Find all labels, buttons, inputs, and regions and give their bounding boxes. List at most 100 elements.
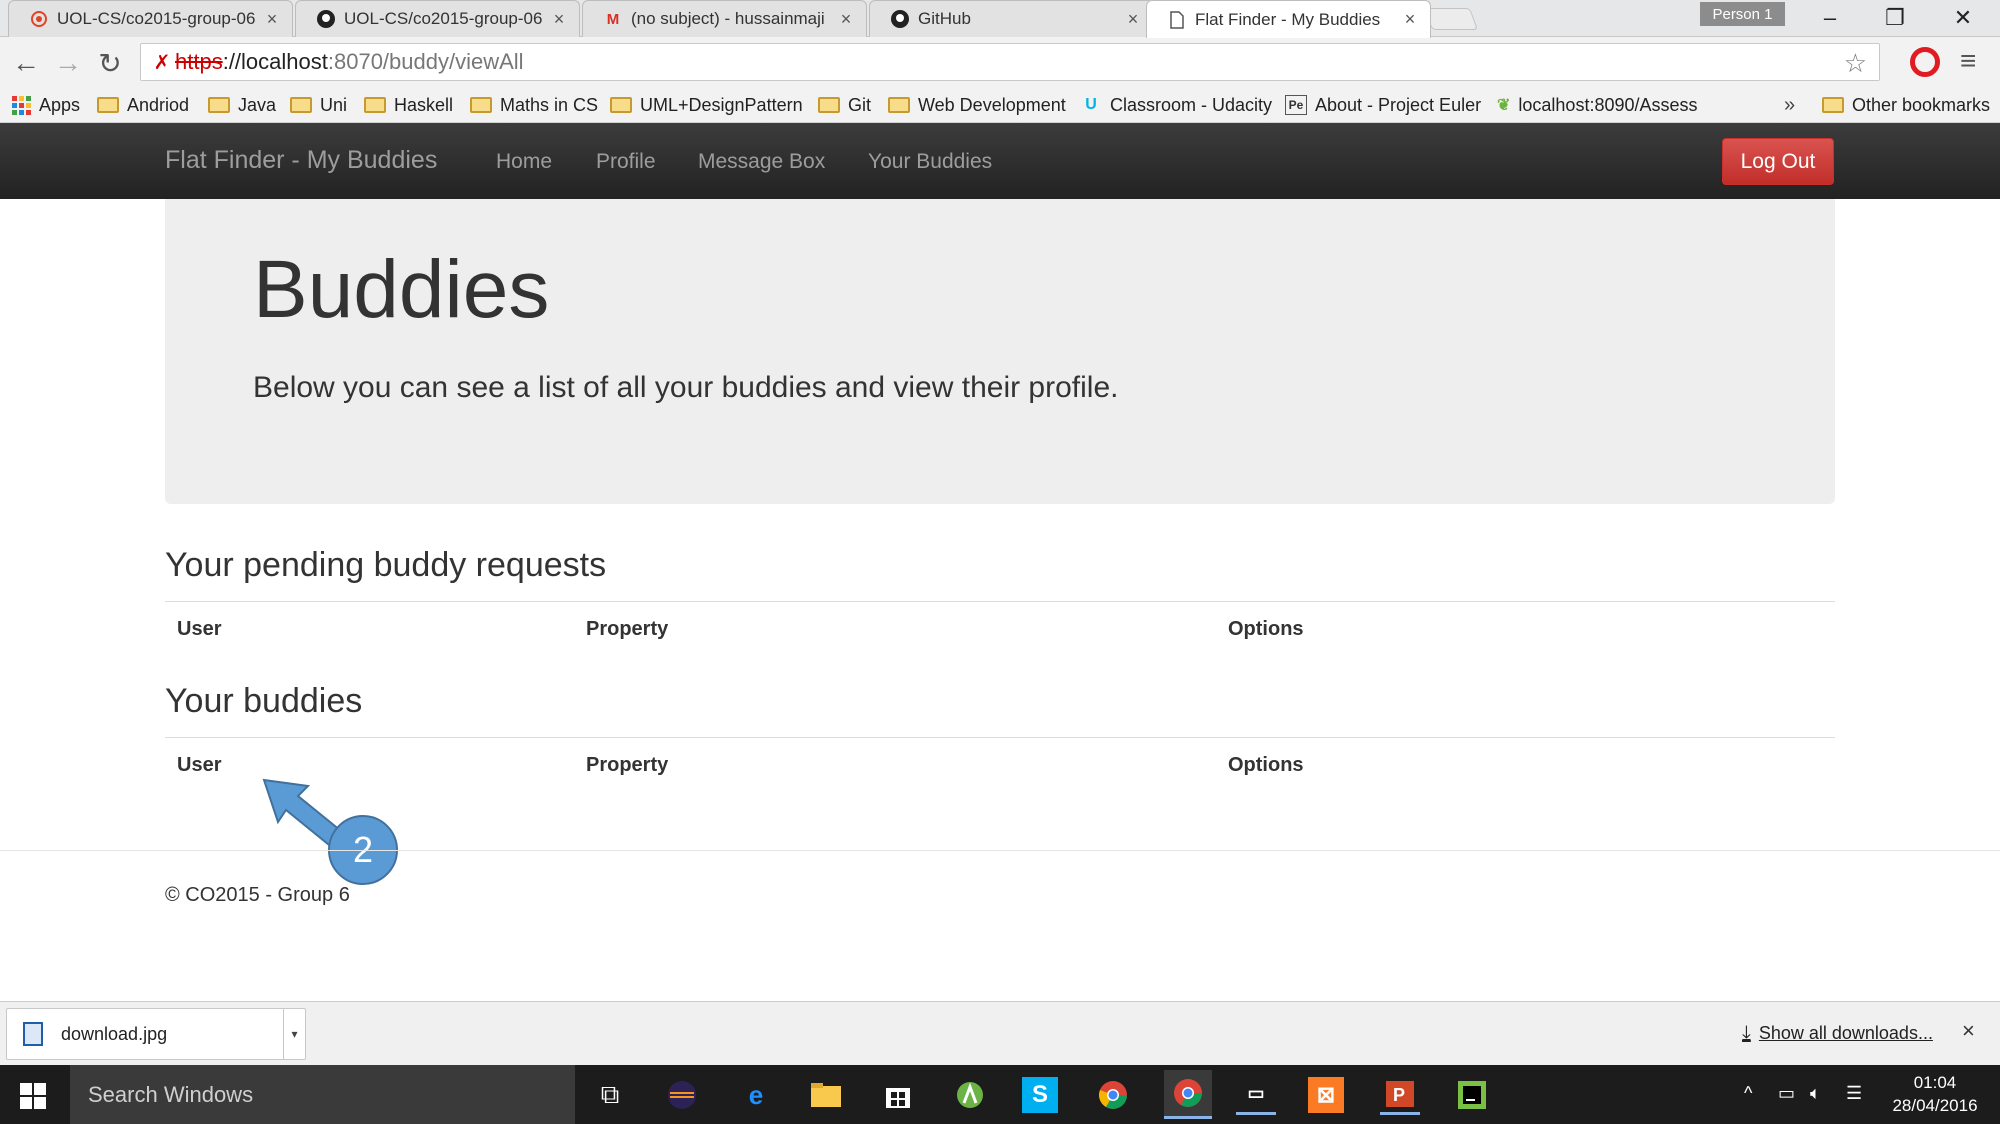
bookmark-label: Uni — [320, 94, 348, 115]
url-path: :8070/buddy/viewAll — [327, 49, 524, 74]
chevron-down-icon[interactable]: ▾ — [283, 1008, 305, 1060]
nav-link-profile[interactable]: Profile — [596, 150, 656, 174]
nav-link-message-box[interactable]: Message Box — [698, 150, 825, 174]
folder-icon — [610, 97, 632, 113]
taskbar-clock[interactable]: 01:04 28/04/2016 — [1880, 1071, 1990, 1117]
bookmark-folder[interactable]: Other bookmarks — [1822, 92, 1990, 118]
udacity-icon: U — [1085, 96, 1097, 113]
leaf-icon: ❦ — [1497, 97, 1511, 114]
url-host: ://localhost — [222, 49, 328, 74]
bookmarks-overflow-chevron[interactable]: » — [1784, 94, 1795, 117]
navbar-brand[interactable]: Flat Finder - My Buddies — [165, 146, 437, 175]
bookmark-label: About - Project Euler — [1315, 94, 1482, 115]
intellij-icon[interactable] — [1452, 1075, 1492, 1115]
nav-link-home[interactable]: Home — [496, 150, 552, 174]
close-icon[interactable]: × — [262, 9, 282, 30]
project-euler-icon: Pe — [1285, 95, 1307, 115]
bookmark-label: Classroom - Udacity — [1110, 94, 1273, 115]
buddies-heading: Your buddies — [165, 682, 363, 720]
reload-icon[interactable]: ↻ — [92, 45, 128, 81]
bookmark-folder[interactable]: Andriod — [97, 92, 189, 118]
powerpoint-icon[interactable]: P — [1380, 1075, 1420, 1115]
bookmark-folder[interactable]: Java — [208, 92, 276, 118]
folder-icon — [364, 97, 386, 113]
bookmark-label: Web Development — [918, 94, 1066, 115]
clock-date: 28/04/2016 — [1892, 1096, 1978, 1115]
bookmark-label: Andriod — [127, 94, 190, 115]
close-icon[interactable]: × — [1400, 9, 1420, 30]
browser-toolbar: ← → ↻ ✗ https://localhost:8070/buddy/vie… — [0, 37, 2000, 88]
tab-title: Flat Finder - My Buddies — [1195, 9, 1381, 29]
forward-arrow-icon[interactable]: → — [50, 45, 86, 81]
windows-start-icon[interactable] — [20, 1083, 46, 1109]
browser-tab-active[interactable]: Flat Finder - My Buddies × — [1146, 0, 1431, 38]
close-icon[interactable]: × — [1962, 1018, 1975, 1044]
close-window-icon[interactable]: ✕ — [1938, 2, 1988, 34]
browser-tab[interactable]: UOL-CS/co2015-group-06 × — [8, 0, 293, 37]
restore-icon[interactable]: ❐ — [1870, 2, 1920, 34]
bookmark-folder[interactable]: Git — [818, 92, 871, 118]
bookmark-folder[interactable]: Maths in CS — [470, 92, 598, 118]
download-arrow-icon: ⤓ — [1742, 1022, 1751, 1044]
bookmark-label: Maths in CS — [500, 94, 599, 115]
close-icon[interactable]: × — [836, 9, 856, 30]
minimize-icon[interactable]: – — [1805, 2, 1855, 34]
browser-tab[interactable]: GitHub × — [869, 0, 1154, 37]
github-icon — [316, 9, 336, 29]
close-icon[interactable]: × — [1123, 9, 1143, 30]
command-prompt-icon[interactable]: ▭ — [1236, 1075, 1276, 1115]
task-view-icon[interactable]: ⧉ — [590, 1075, 630, 1115]
chevron-up-icon[interactable]: ^ — [1744, 1083, 1752, 1104]
speaker-icon[interactable]: 🔈︎ — [1810, 1083, 1821, 1104]
bookmark-link[interactable]: Pe About - Project Euler — [1285, 92, 1481, 118]
chrome-icon[interactable] — [1093, 1075, 1133, 1115]
close-icon[interactable]: × — [549, 9, 569, 30]
edge-browser-icon[interactable]: e — [736, 1075, 776, 1115]
bookmark-folder[interactable]: UML+DesignPattern — [610, 92, 803, 118]
android-studio-icon[interactable] — [950, 1075, 990, 1115]
logout-button[interactable]: Log Out — [1722, 138, 1834, 185]
folder-icon — [97, 97, 119, 113]
chrome-profile-icon[interactable] — [1164, 1070, 1212, 1119]
windows-store-icon[interactable] — [878, 1075, 918, 1115]
bookmark-label: localhost:8090/Assess — [1518, 94, 1697, 115]
apps-grid-icon — [12, 95, 31, 115]
bookmark-link[interactable]: ❦ localhost:8090/Assess — [1497, 92, 1697, 118]
divider — [165, 737, 1835, 738]
taskbar-search-input[interactable]: Search Windows — [70, 1065, 575, 1124]
gitlab-icon — [29, 9, 49, 29]
browser-tab[interactable]: M (no subject) - hussainmaji × — [582, 0, 867, 37]
bookmark-folder[interactable]: Web Development — [888, 92, 1066, 118]
eclipse-icon[interactable] — [662, 1075, 702, 1115]
address-bar[interactable]: ✗ https://localhost:8070/buddy/viewAll ☆ — [140, 43, 1880, 81]
browser-tab[interactable]: UOL-CS/co2015-group-06 × — [295, 0, 580, 37]
file-explorer-icon[interactable] — [806, 1075, 846, 1115]
back-arrow-icon[interactable]: ← — [8, 45, 44, 81]
download-filename: download.jpg — [61, 1023, 168, 1044]
new-tab-button[interactable] — [1423, 8, 1479, 30]
bookmark-label: Other bookmarks — [1852, 94, 1991, 115]
opera-extension-icon[interactable] — [1910, 47, 1940, 77]
bookmark-apps[interactable]: Apps — [12, 92, 80, 118]
jumbotron: Buddies Below you can see a list of all … — [165, 199, 1835, 504]
gmail-icon: M — [606, 10, 620, 28]
bookmark-link[interactable]: U Classroom - Udacity — [1080, 92, 1272, 118]
show-all-downloads-link[interactable]: ⤓ Show all downloads... — [1742, 1022, 1933, 1045]
bookmark-label: Git — [848, 94, 872, 115]
profile-badge[interactable]: Person 1 — [1700, 2, 1785, 26]
notifications-icon[interactable]: ☰ — [1846, 1083, 1862, 1104]
battery-icon[interactable]: ▭ — [1778, 1083, 1795, 1104]
page-title: Buddies — [253, 244, 550, 335]
download-item[interactable]: download.jpg ▾ — [6, 1008, 306, 1060]
bookmark-folder[interactable]: Uni — [290, 92, 347, 118]
clock-time: 01:04 — [1913, 1073, 1957, 1092]
bookmark-label: Java — [238, 94, 277, 115]
tab-title: GitHub — [918, 9, 971, 28]
browser-tab-strip: UOL-CS/co2015-group-06 × UOL-CS/co2015-g… — [0, 0, 2000, 38]
nav-link-your-buddies[interactable]: Your Buddies — [868, 150, 992, 174]
xampp-icon[interactable]: ⊠ — [1308, 1077, 1344, 1113]
skype-icon[interactable]: S — [1022, 1077, 1058, 1113]
bookmark-star-icon[interactable]: ☆ — [1844, 48, 1867, 79]
menu-icon[interactable]: ≡ — [1960, 45, 1976, 77]
bookmark-folder[interactable]: Haskell — [364, 92, 453, 118]
